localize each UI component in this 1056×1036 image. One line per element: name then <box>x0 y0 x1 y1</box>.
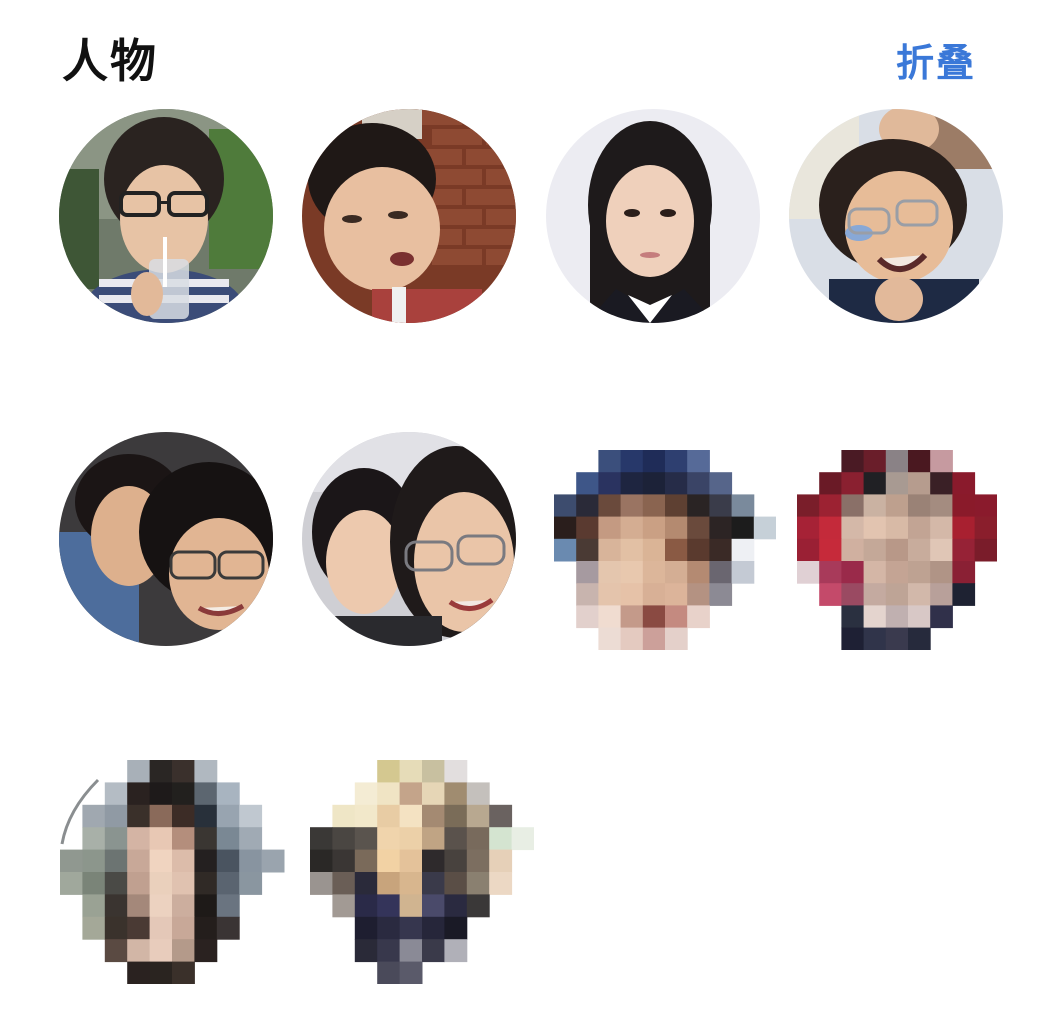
person-photo-2 <box>302 109 516 323</box>
person-avatar-9[interactable] <box>60 760 290 984</box>
person-avatar-6[interactable] <box>302 432 516 646</box>
person-photo-8-pixelated <box>797 450 997 650</box>
person-photo-6 <box>302 432 516 646</box>
person-photo-3 <box>546 109 760 323</box>
person-avatar-7[interactable] <box>554 450 776 650</box>
person-avatar-2[interactable] <box>302 109 516 323</box>
person-avatar-10[interactable] <box>310 760 534 984</box>
person-photo-4 <box>789 109 1003 323</box>
person-photo-9-pixelated <box>60 760 285 984</box>
person-photo-10-pixelated <box>310 760 534 984</box>
person-photo-5 <box>59 432 273 646</box>
person-avatar-4[interactable] <box>789 109 1003 323</box>
person-avatar-8[interactable] <box>797 450 997 650</box>
person-photo-1 <box>59 109 273 323</box>
person-photo-7-pixelated <box>554 450 776 650</box>
people-grid <box>0 0 1056 1036</box>
person-avatar-3[interactable] <box>546 109 760 323</box>
person-avatar-1[interactable] <box>59 109 273 323</box>
person-avatar-5[interactable] <box>59 432 273 646</box>
